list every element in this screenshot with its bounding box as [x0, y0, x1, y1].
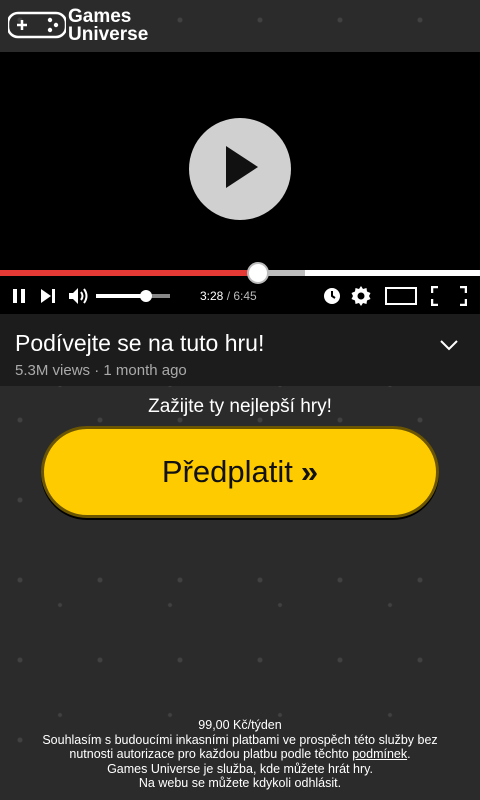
- promo-tagline: Zažijte ty nejlepší hry!: [148, 396, 332, 417]
- header: Games Universe: [0, 0, 480, 52]
- gamepad-icon: [6, 7, 68, 46]
- upload-age: 1 month ago: [103, 362, 187, 379]
- video-player[interactable]: 3:28 / 6:45: [0, 52, 480, 314]
- legal-footer: 99,00 Kč/týden Souhlasím s budoucími ink…: [0, 718, 480, 791]
- time-separator: /: [223, 289, 234, 303]
- duration: 6:45: [233, 289, 257, 303]
- theater-mode-icon[interactable]: [384, 287, 417, 305]
- player-controls: 3:28 / 6:45: [0, 278, 480, 314]
- double-chevron-right-icon: »: [300, 454, 319, 489]
- current-time: 3:28: [200, 289, 224, 303]
- next-icon[interactable]: [40, 288, 56, 304]
- pause-icon[interactable]: [12, 288, 26, 304]
- terms-link[interactable]: podmínek: [352, 747, 407, 761]
- unsubscribe-note: Na webu se můžete kdykoli odhlásit.: [138, 776, 342, 790]
- volume-fill: [96, 294, 147, 298]
- play-button[interactable]: [189, 118, 291, 220]
- fullscreen-icon[interactable]: [430, 286, 467, 306]
- subscribe-label: Předplatit: [161, 454, 293, 489]
- video-title: Podívejte se na tuto hru!: [15, 330, 265, 356]
- chevron-down-icon[interactable]: [440, 338, 458, 356]
- price: 99,00 Kč/týden: [198, 718, 282, 732]
- consent-line-1: Souhlasím s budoucími inkasními platbami…: [42, 732, 438, 747]
- progress-bar[interactable]: [0, 262, 480, 284]
- time-display: 3:28 / 6:45: [200, 289, 257, 303]
- video-info: Podívejte se na tuto hru! 5.3M views · 1…: [0, 314, 480, 386]
- gear-icon[interactable]: [351, 286, 371, 306]
- service-description: Games Universe je služba, kde můžete hrá…: [107, 761, 373, 776]
- meta-dot: ·: [90, 362, 104, 379]
- logo-line2: Universe: [68, 24, 149, 45]
- logo[interactable]: Games Universe: [6, 7, 149, 46]
- volume-handle[interactable]: [140, 290, 153, 302]
- consent-line-2-text: nutnosti autorizace pro každou platbu po…: [69, 747, 353, 761]
- consent-line-2-end: .: [407, 747, 411, 761]
- clock-icon[interactable]: [323, 287, 341, 305]
- consent-line-2: nutnosti autorizace pro každou platbu po…: [0, 747, 480, 762]
- volume-slider[interactable]: [96, 290, 170, 302]
- video-meta: 5.3M views · 1 month ago: [15, 362, 187, 379]
- played-bar: [0, 270, 258, 276]
- play-icon: [220, 144, 260, 195]
- volume-icon[interactable]: [68, 287, 90, 305]
- subscribe-button[interactable]: Předplatit »: [41, 426, 439, 518]
- view-count: 5.3M views: [15, 362, 91, 379]
